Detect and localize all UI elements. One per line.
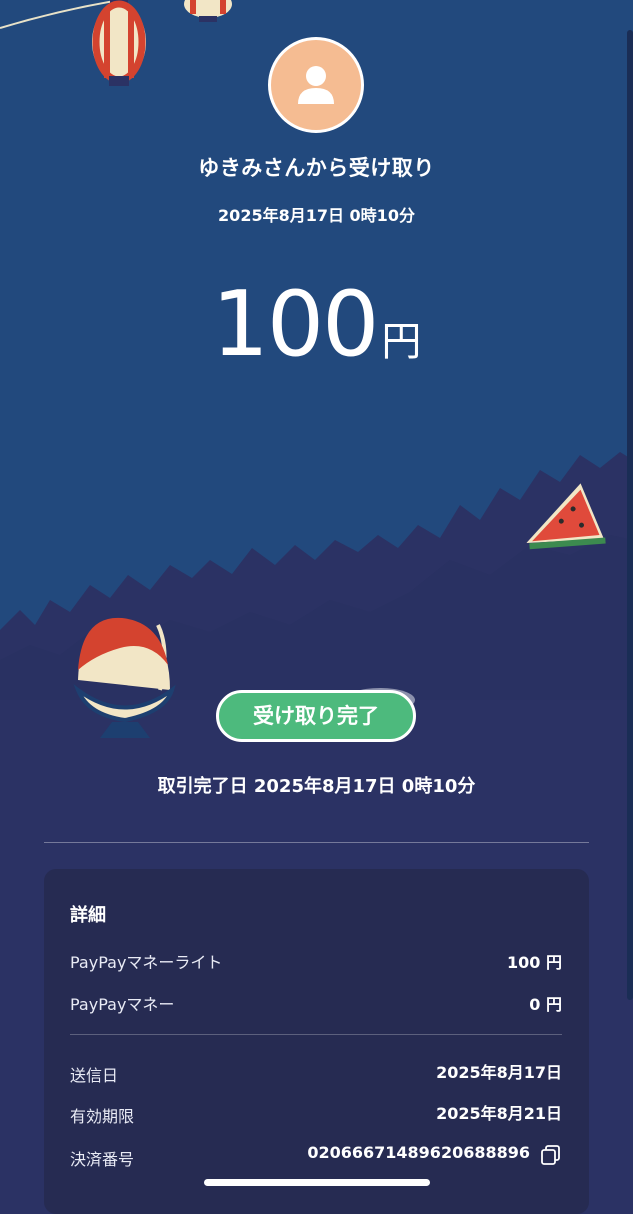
detail-row-value: 2025年8月21日	[436, 1104, 562, 1123]
amount-value: 100	[211, 272, 380, 377]
lantern-icon	[184, 0, 232, 22]
page-title: ゆきみさんから受け取り	[198, 156, 435, 180]
amount-unit: 円	[381, 319, 422, 365]
avatar-person-icon	[298, 66, 334, 104]
detail-row-label: PayPayマネー	[70, 995, 175, 1014]
detail-row-value: 0 円	[529, 995, 562, 1014]
details-divider	[70, 1034, 562, 1035]
avatar	[268, 37, 364, 133]
copy-icon[interactable]	[540, 1144, 562, 1166]
transaction-datetime: 2025年8月17日 0時10分	[218, 206, 415, 225]
divider	[44, 842, 589, 843]
amount-display: 100 円	[0, 272, 633, 377]
detail-row-value: 2025年8月17日	[436, 1063, 562, 1082]
completion-label: 取引完了日	[157, 776, 248, 797]
detail-row-label: 送信日	[70, 1066, 119, 1085]
completion-date: 取引完了日 2025年8月17日 0時10分	[0, 772, 633, 798]
status-badge: 受け取り完了	[216, 690, 416, 742]
transaction-number: 02066671489620688896	[307, 1143, 530, 1162]
completion-datetime: 2025年8月17日 0時10分	[253, 776, 476, 797]
home-indicator[interactable]	[204, 1179, 430, 1186]
lantern-icon	[92, 0, 146, 86]
details-title: 詳細	[70, 905, 106, 926]
detail-row-label: PayPayマネーライト	[70, 953, 223, 972]
detail-row-value: 100 円	[507, 953, 562, 972]
detail-row-label: 決済番号	[70, 1150, 135, 1169]
details-card: 詳細 PayPayマネーライト 100 円 PayPayマネー 0 円 送信日 …	[44, 869, 589, 1214]
detail-row-label: 有効期限	[70, 1107, 135, 1126]
